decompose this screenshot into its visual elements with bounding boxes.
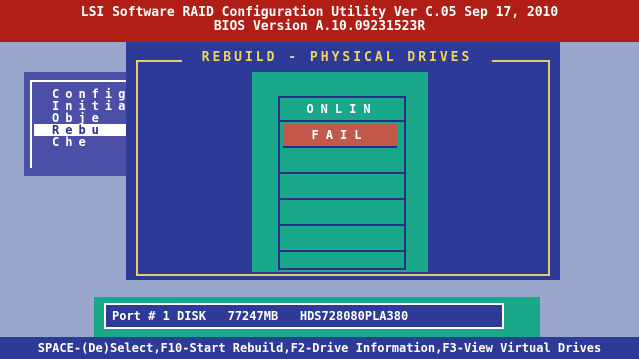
app-title: LSI Software RAID Configuration Utility … bbox=[80, 5, 559, 20]
menu-item-check-consistency[interactable]: Che bbox=[52, 136, 92, 148]
dialog-frame-top-right bbox=[492, 60, 548, 62]
drive-slot-empty[interactable] bbox=[280, 228, 404, 252]
dialog-title: REBUILD - PHYSICAL DRIVES bbox=[201, 50, 473, 65]
title-bar: LSI Software RAID Configuration Utility … bbox=[0, 0, 639, 42]
drive-info-bar: Port # 1 DISK 77247MB HDS728080PLA380 bbox=[94, 297, 540, 337]
drive-slot-online[interactable]: ONLIN bbox=[280, 98, 404, 122]
drive-slot-fail[interactable]: FAIL bbox=[283, 124, 397, 148]
drive-slot-empty[interactable] bbox=[280, 202, 404, 226]
drive-slot-empty[interactable] bbox=[280, 176, 404, 200]
drive-info-text: Port # 1 DISK 77247MB HDS728080PLA380 bbox=[104, 303, 504, 329]
rebuild-dialog: REBUILD - PHYSICAL DRIVES ONLIN FAIL bbox=[126, 42, 560, 280]
dialog-frame-top-left bbox=[136, 60, 182, 62]
bios-version: BIOS Version A.10.09231523R bbox=[213, 19, 426, 34]
physical-drive-list: ONLIN FAIL bbox=[278, 96, 406, 270]
drive-slot-empty[interactable] bbox=[280, 150, 404, 174]
key-help-bar: SPACE-(De)Select,F10-Start Rebuild,F2-Dr… bbox=[0, 337, 639, 359]
